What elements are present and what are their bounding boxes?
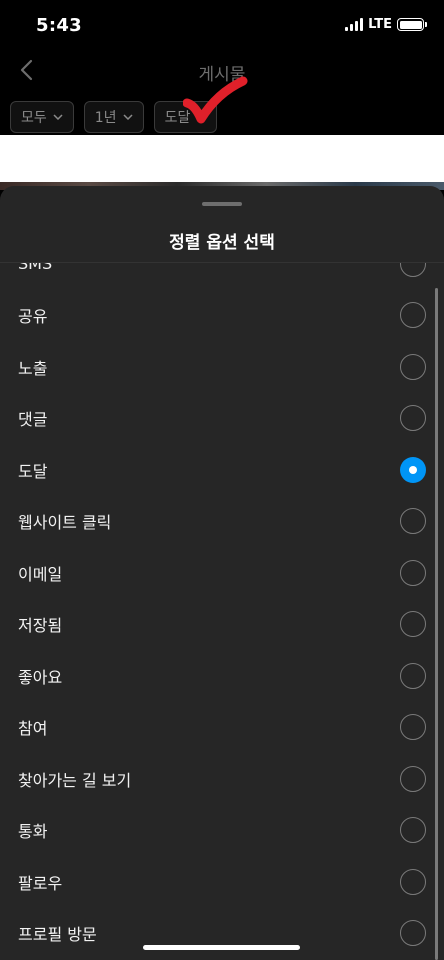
status-icons: LTE bbox=[345, 17, 427, 32]
filter-chip-type[interactable]: 모두 bbox=[10, 101, 74, 133]
screen: 5:43 LTE 게시물 모두 1년 도달 정렬 옵션 선택 SMS 공유 노출… bbox=[0, 0, 444, 960]
sort-option-row[interactable]: 찾아가는 길 보기 bbox=[0, 753, 444, 805]
checkmark-annotation-icon bbox=[183, 76, 248, 124]
battery-icon bbox=[397, 18, 427, 31]
sort-option-row[interactable]: 댓글 bbox=[0, 393, 444, 445]
content-placeholder bbox=[0, 135, 444, 185]
sort-option-row[interactable]: 노출 bbox=[0, 341, 444, 393]
radio-unselected-icon[interactable] bbox=[400, 714, 426, 741]
radio-unselected-icon[interactable] bbox=[400, 508, 426, 535]
filter-chip-label: 1년 bbox=[94, 110, 117, 126]
radio-unselected-icon[interactable] bbox=[400, 353, 426, 380]
sort-option-label: SMS bbox=[18, 263, 53, 274]
sort-option-label: 공유 bbox=[18, 307, 48, 327]
sort-option-label: 찾아가는 길 보기 bbox=[18, 770, 132, 790]
radio-unselected-icon[interactable] bbox=[400, 611, 426, 638]
radio-unselected-icon[interactable] bbox=[400, 405, 426, 432]
network-label: LTE bbox=[368, 17, 392, 32]
filter-chip-label: 모두 bbox=[21, 110, 47, 126]
sort-option-label: 노출 bbox=[18, 358, 48, 378]
status-time: 5:43 bbox=[36, 15, 82, 36]
radio-unselected-icon[interactable] bbox=[400, 263, 426, 277]
radio-unselected-icon[interactable] bbox=[400, 817, 426, 844]
sort-option-row[interactable]: 좋아요 bbox=[0, 650, 444, 702]
sort-option-label: 댓글 bbox=[18, 410, 48, 430]
sort-option-row[interactable]: 웹사이트 클릭 bbox=[0, 496, 444, 548]
sort-option-row[interactable]: SMS bbox=[0, 263, 444, 290]
home-indicator bbox=[143, 945, 300, 950]
signal-icon bbox=[345, 18, 364, 31]
radio-unselected-icon[interactable] bbox=[400, 868, 426, 895]
sheet-title: 정렬 옵션 선택 bbox=[169, 233, 275, 253]
sort-option-label: 참여 bbox=[18, 719, 48, 739]
sort-option-label: 통화 bbox=[18, 822, 48, 842]
chevron-down-icon bbox=[53, 114, 63, 120]
scrollbar[interactable] bbox=[435, 288, 438, 960]
status-bar: 5:43 LTE bbox=[0, 0, 444, 52]
sort-option-label: 프로필 방문 bbox=[18, 925, 97, 945]
sort-option-label: 좋아요 bbox=[18, 667, 63, 687]
sort-option-label: 이메일 bbox=[18, 564, 63, 584]
radio-unselected-icon[interactable] bbox=[400, 559, 426, 586]
sort-option-row[interactable]: 팔로우 bbox=[0, 856, 444, 908]
sort-option-row[interactable]: 통화 bbox=[0, 805, 444, 857]
sheet-grabber[interactable] bbox=[202, 202, 242, 206]
sort-option-label: 도달 bbox=[18, 461, 48, 481]
sort-option-label: 저장됨 bbox=[18, 616, 63, 636]
sort-option-row[interactable]: 공유 bbox=[0, 290, 444, 342]
radio-unselected-icon[interactable] bbox=[400, 920, 426, 947]
sort-option-list[interactable]: SMS 공유노출댓글도달웹사이트 클릭이메일저장됨좋아요참여찾아가는 길 보기통화… bbox=[0, 263, 444, 960]
sort-option-row[interactable]: 프로필 방문 bbox=[0, 908, 444, 960]
sort-option-row[interactable]: 이메일 bbox=[0, 547, 444, 599]
radio-selected-icon[interactable] bbox=[400, 456, 426, 483]
chevron-down-icon bbox=[123, 114, 133, 120]
sort-option-row[interactable]: 참여 bbox=[0, 702, 444, 754]
sort-options-sheet: 정렬 옵션 선택 SMS 공유노출댓글도달웹사이트 클릭이메일저장됨좋아요참여찾아… bbox=[0, 186, 444, 960]
sort-option-row[interactable]: 도달 bbox=[0, 444, 444, 496]
radio-unselected-icon[interactable] bbox=[400, 302, 426, 329]
radio-unselected-icon[interactable] bbox=[400, 662, 426, 689]
radio-unselected-icon[interactable] bbox=[400, 765, 426, 792]
sort-option-label: 웹사이트 클릭 bbox=[18, 513, 112, 533]
filter-chip-period[interactable]: 1년 bbox=[83, 101, 144, 133]
sort-option-row[interactable]: 저장됨 bbox=[0, 599, 444, 651]
sort-option-label: 팔로우 bbox=[18, 873, 63, 893]
